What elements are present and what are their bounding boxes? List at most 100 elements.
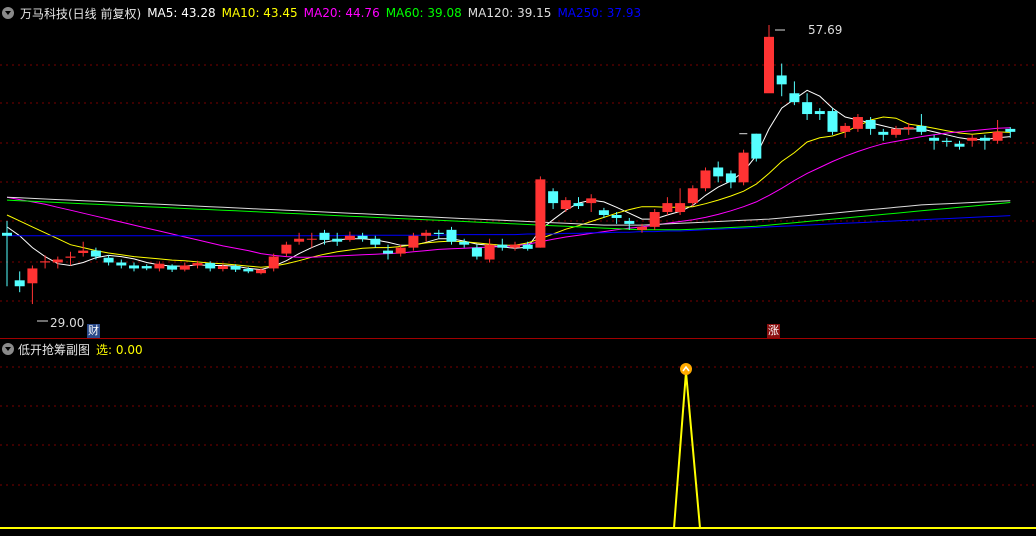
candle-body: [510, 244, 520, 248]
indicator-value: 选: 0.00: [96, 342, 143, 357]
candle-body: [611, 214, 622, 218]
candle-body: [52, 259, 63, 263]
candle-body: [916, 125, 927, 132]
indicator-legend: 低开抢筹副图 选: 0.00: [2, 340, 143, 358]
candle-body: [586, 198, 597, 204]
candle-body: [421, 232, 432, 236]
candle-body: [281, 244, 292, 254]
candle-body: [446, 229, 457, 242]
signal-marker: [680, 363, 692, 375]
ma120-label: MA120: 39.15: [467, 6, 552, 20]
candle-body: [497, 244, 508, 248]
candle-body: [814, 111, 825, 115]
low-price-label: 29.00: [50, 316, 85, 330]
candle-body: [129, 265, 139, 269]
chevron-down-icon[interactable]: [2, 343, 14, 355]
stock-title: 万马科技(日线 前复权): [20, 6, 142, 21]
candle-body: [268, 256, 279, 269]
candle-body: [243, 269, 254, 272]
main-legend: 万马科技(日线 前复权) MA5: 43.28 MA10: 43.45 MA20…: [2, 4, 647, 22]
candle-body: [344, 235, 355, 240]
candle-body: [2, 232, 12, 236]
ma5-label: MA5: 43.28: [147, 6, 216, 20]
candle-body: [954, 143, 965, 147]
candle-body: [370, 238, 381, 245]
candle-body: [319, 232, 330, 240]
candle-body: [573, 203, 584, 207]
ma20-label: MA20: 44.76: [303, 6, 380, 20]
candle-body: [433, 232, 444, 234]
chevron-down-icon[interactable]: [2, 7, 14, 19]
candle-body: [167, 265, 178, 270]
candle-body: [992, 131, 1003, 141]
candle-body: [637, 226, 647, 230]
candle-body: [675, 203, 686, 213]
ma-line-ma10: [6, 116, 1011, 268]
candle-body: [141, 266, 152, 269]
candle-body: [522, 244, 533, 249]
candle-body: [230, 266, 241, 270]
candle-body: [662, 203, 673, 213]
signal-peak: [673, 371, 701, 529]
candle-body: [179, 265, 190, 270]
candle-body: [891, 128, 901, 135]
candle-body: [27, 268, 38, 284]
candle-body: [764, 36, 774, 94]
candle-body: [929, 137, 940, 141]
candle-body: [395, 247, 406, 254]
candle-body: [217, 266, 228, 270]
candle-body: [700, 170, 711, 189]
candle-body: [560, 200, 571, 210]
candle-body: [535, 179, 546, 248]
candle-body: [357, 235, 368, 239]
candle-body: [383, 250, 393, 254]
candle-body: [192, 263, 203, 266]
candle-body: [306, 238, 317, 240]
candle-body: [802, 102, 813, 115]
candle-body: [713, 167, 724, 177]
ma-line-ma250: [7, 215, 1011, 237]
candle-body: [154, 263, 165, 269]
candle-body: [624, 220, 635, 224]
candle-body: [967, 137, 978, 141]
candle-body: [484, 244, 495, 260]
candle-body: [90, 250, 101, 257]
candle-body: [459, 241, 470, 245]
candle-body: [840, 125, 851, 132]
finance-badge[interactable]: 财: [87, 324, 100, 338]
candle-body: [878, 131, 889, 135]
candle-body: [205, 263, 216, 269]
candle-body: [738, 152, 749, 183]
candle-body: [979, 137, 990, 141]
candle-body: [941, 140, 952, 142]
candle-body: [471, 247, 482, 257]
candle-body: [14, 280, 25, 287]
candle-body: [789, 93, 800, 103]
candle-body: [776, 75, 787, 85]
candle-body: [827, 111, 838, 132]
candle-body: [408, 235, 419, 248]
candle-body: [294, 238, 305, 242]
candle-body: [65, 256, 76, 258]
high-price-label: 57.69: [808, 23, 843, 37]
candle-body: [598, 210, 609, 215]
candle-body: [687, 188, 698, 204]
candle-body: [725, 173, 736, 183]
candle-body: [116, 262, 127, 266]
candle-body: [256, 269, 266, 274]
ma60-label: MA60: 39.08: [385, 6, 462, 20]
candle-body: [865, 119, 876, 129]
candle-body: [649, 212, 660, 227]
candle-body: [548, 191, 559, 204]
candle-body: [78, 250, 89, 253]
ma250-label: MA250: 37.93: [557, 6, 642, 20]
ma10-label: MA10: 43.45: [221, 6, 298, 20]
candle-body: [903, 127, 914, 129]
ma-line-ma20: [6, 127, 1011, 258]
indicator-name: 低开抢筹副图: [18, 342, 91, 357]
candle-body: [103, 257, 114, 263]
limit-up-badge[interactable]: 涨: [767, 324, 780, 338]
candle-body: [852, 117, 863, 129]
candle-body: [1005, 128, 1016, 132]
main-chart: [0, 24, 1036, 529]
